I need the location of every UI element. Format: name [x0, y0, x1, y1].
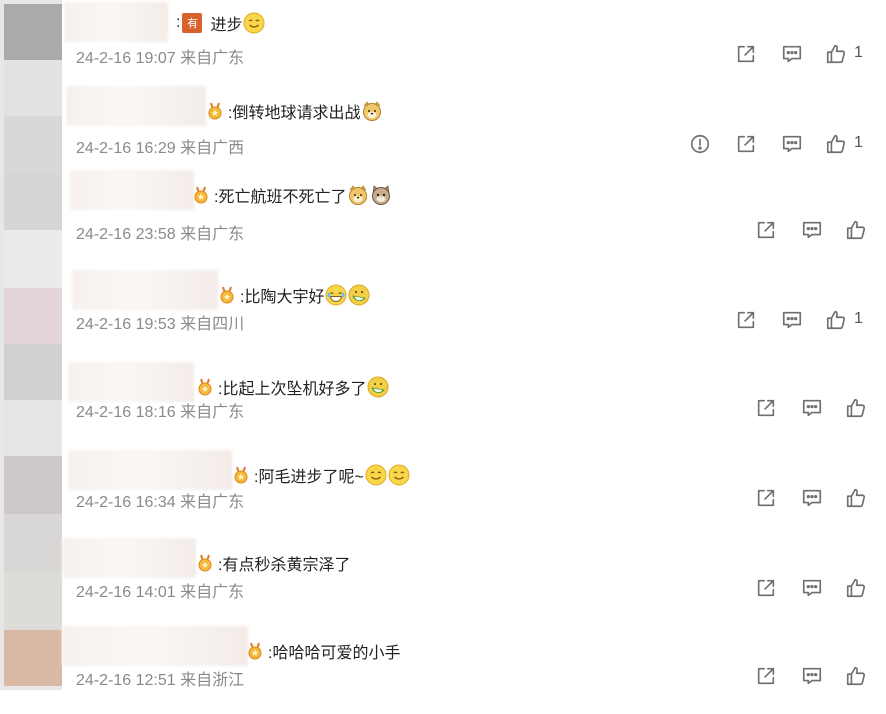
share-icon[interactable]: [734, 132, 758, 156]
comment-text-line: :死亡航班不死亡了: [192, 180, 392, 210]
medal-icon: [196, 378, 214, 396]
comment-icon[interactable]: [780, 132, 804, 156]
username-blurred[interactable]: [68, 450, 232, 490]
comment-text: :有点秒杀黄宗泽了: [218, 557, 351, 574]
share-icon[interactable]: [754, 664, 778, 688]
smile-emoji-icon: [243, 12, 265, 34]
share-icon[interactable]: [754, 218, 778, 242]
comment-actions: [0, 486, 886, 514]
comment-text-line: :比陶大宇好: [218, 280, 370, 310]
like-count: 1: [854, 134, 863, 151]
medal-icon: [232, 466, 250, 484]
comment-actions: [0, 576, 886, 604]
laugh-emoji-icon: [325, 284, 347, 306]
comment-text-line: : 有进步: [176, 8, 265, 38]
comment-actions: 1: [0, 42, 886, 70]
comment-actions: [0, 218, 886, 246]
comment-text-line: :哈哈哈可爱的小手: [246, 636, 400, 666]
username-blurred[interactable]: [66, 86, 206, 126]
username-blurred[interactable]: [70, 170, 194, 210]
thumb-up-icon[interactable]: [824, 42, 848, 66]
thumb-up-icon[interactable]: [844, 396, 868, 420]
comment-text: :哈哈哈可爱的小手: [268, 645, 401, 662]
comment-icon[interactable]: [800, 664, 824, 688]
smile-emoji-icon: [365, 464, 387, 486]
separator: :: [176, 14, 181, 31]
medal-icon: [206, 102, 224, 120]
comment-text-line: :倒转地球请求出战: [206, 96, 383, 126]
comment-actions: 1: [0, 132, 886, 160]
medal-icon: [196, 554, 214, 572]
melon-emoji-icon: [348, 284, 370, 306]
comment-item: :死亡航班不死亡了 24-2-16 23:58 来自广东: [0, 170, 886, 258]
thumb-up-icon[interactable]: [844, 218, 868, 242]
comment-actions: [0, 396, 886, 424]
comment-item: :倒转地球请求出战 24-2-16 16:29 来自广西 1: [0, 86, 886, 174]
cat-emoji-icon: [370, 184, 392, 206]
comment-icon[interactable]: [800, 576, 824, 600]
comment-icon[interactable]: [800, 486, 824, 510]
smile-emoji-icon: [388, 464, 410, 486]
medal-icon: [218, 286, 236, 304]
comment-text: :阿毛进步了呢~: [254, 469, 364, 486]
dog-emoji-icon: [347, 184, 369, 206]
comment-icon[interactable]: [800, 396, 824, 420]
thumb-up-icon[interactable]: [844, 486, 868, 510]
medal-icon: [246, 642, 264, 660]
comment-item: :哈哈哈可爱的小手 24-2-16 12:51 来自浙江: [0, 626, 886, 714]
medal-icon: [192, 186, 210, 204]
thumb-up-icon[interactable]: [844, 664, 868, 688]
dog-emoji-icon: [361, 100, 383, 122]
share-icon[interactable]: [754, 576, 778, 600]
comment-item: :比陶大宇好 24-2-16 19:53 来自四川 1: [0, 270, 886, 358]
melon-emoji-icon: [367, 376, 389, 398]
comment-text: :死亡航班不死亡了: [214, 189, 347, 206]
thumb-up-icon[interactable]: [824, 308, 848, 332]
comment-actions: [0, 664, 886, 692]
comment-icon[interactable]: [780, 308, 804, 332]
like-count: 1: [854, 44, 863, 61]
comment-item: :比起上次坠机好多了 24-2-16 18:16 来自广东: [0, 362, 886, 450]
username-blurred[interactable]: [64, 2, 168, 42]
user-badge: 有: [182, 13, 203, 33]
comment-actions: 1: [0, 308, 886, 336]
comment-text: :比陶大宇好: [240, 289, 325, 306]
comment-item: : 有进步 24-2-16 19:07 来自广东 1: [0, 2, 886, 94]
share-icon[interactable]: [734, 308, 758, 332]
share-icon[interactable]: [754, 486, 778, 510]
comment-text: 进步: [210, 17, 243, 34]
thumb-up-icon[interactable]: [824, 132, 848, 156]
report-icon[interactable]: [688, 132, 712, 156]
share-icon[interactable]: [734, 42, 758, 66]
comment-item: :阿毛进步了呢~ 24-2-16 16:34 来自广东: [0, 450, 886, 538]
username-blurred[interactable]: [72, 270, 218, 310]
username-blurred[interactable]: [62, 626, 248, 666]
comment-text: :倒转地球请求出战: [228, 105, 361, 122]
comment-text-line: :有点秒杀黄宗泽了: [196, 548, 350, 578]
thumb-up-icon[interactable]: [844, 576, 868, 600]
comment-item: :有点秒杀黄宗泽了 24-2-16 14:01 来自广东: [0, 538, 886, 626]
share-icon[interactable]: [754, 396, 778, 420]
username-blurred[interactable]: [62, 538, 196, 578]
like-count: 1: [854, 310, 863, 327]
comment-icon[interactable]: [780, 42, 804, 66]
comment-icon[interactable]: [800, 218, 824, 242]
